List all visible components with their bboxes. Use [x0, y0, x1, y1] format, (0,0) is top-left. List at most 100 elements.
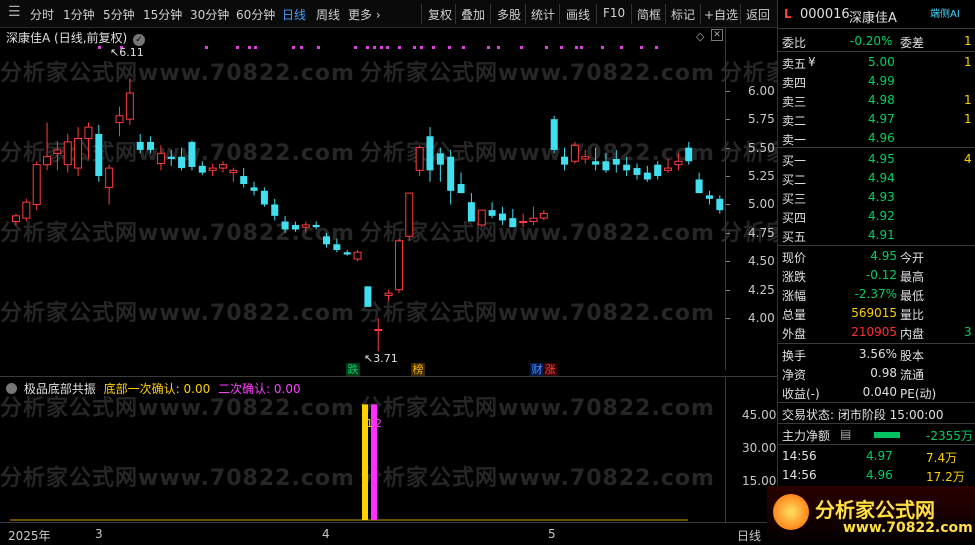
- main-net-bar: [874, 432, 900, 438]
- tb-right-item[interactable]: 简框: [637, 6, 661, 23]
- tb-menu-icon[interactable]: ☰: [8, 4, 21, 20]
- badge-die[interactable]: 跌: [346, 363, 360, 377]
- candle-body: [415, 147, 424, 171]
- panel-cell: 最低: [900, 289, 925, 303]
- stock-tag[interactable]: 端侧AI: [930, 5, 960, 20]
- panel-cell: 买一: [782, 154, 807, 168]
- tb-separator: [631, 4, 632, 24]
- tb-left-item[interactable]: 15分钟: [143, 6, 182, 23]
- signal-dot: [373, 46, 376, 49]
- stat-row: 总量 569015 量比: [778, 304, 975, 323]
- candle-body: [198, 165, 206, 173]
- main-chart[interactable]: [0, 28, 777, 370]
- tb-left-item[interactable]: 60分钟: [236, 6, 275, 23]
- tb-right-item[interactable]: 返回: [746, 6, 770, 23]
- signal-dot: [448, 46, 451, 49]
- price-tick-mark: [726, 119, 730, 121]
- candle-body: [394, 240, 403, 291]
- tb-left-item[interactable]: 日线: [282, 6, 306, 23]
- candle-body: [592, 161, 600, 165]
- tb-right-item[interactable]: 复权: [428, 6, 452, 23]
- tb-left-item[interactable]: 分时: [30, 6, 54, 23]
- tb-left-item[interactable]: 更多 ›: [348, 6, 381, 23]
- price-tick: 5.25: [748, 169, 775, 184]
- panel-cell: 4.93: [868, 190, 895, 204]
- signal-dot: [398, 46, 401, 49]
- signal-dot: [386, 46, 389, 49]
- list-icon[interactable]: ▤: [840, 427, 851, 441]
- panel-cell: 卖三: [782, 95, 807, 109]
- tb-right-item[interactable]: 画线: [566, 6, 590, 23]
- panel-cell: 卖二: [782, 114, 807, 128]
- stock-prefix: L: [784, 7, 792, 21]
- candle-body: [229, 169, 238, 174]
- badge-cai[interactable]: 财: [530, 363, 544, 377]
- signal-dot: [300, 46, 303, 49]
- buy-row: 买五 4.91: [778, 226, 975, 245]
- panel-cell: 流通: [900, 368, 925, 382]
- price-tick-mark: [726, 147, 730, 149]
- signal-dot: [655, 46, 658, 49]
- panel-cell: 量比: [900, 308, 925, 322]
- tb-left-item[interactable]: 周线: [316, 6, 340, 23]
- tb-right-item[interactable]: F10: [603, 6, 625, 20]
- period-label[interactable]: 日线: [737, 527, 761, 544]
- panel-cell: 4.95: [870, 249, 897, 263]
- tb-left-item[interactable]: 30分钟: [190, 6, 229, 23]
- logo-icon: [773, 494, 809, 530]
- price-tick: 4.25: [748, 282, 775, 297]
- tb-right-item[interactable]: +自选: [704, 6, 738, 23]
- signal-dot: [354, 46, 357, 49]
- candle-body: [105, 167, 114, 188]
- signal-dot: [462, 46, 465, 49]
- candle-body: [623, 164, 631, 171]
- tb-separator: [740, 4, 741, 24]
- signal-dot: [580, 46, 583, 49]
- candle-body: [705, 195, 713, 199]
- panel-cell: -0.12: [865, 268, 897, 282]
- price-tick-mark: [726, 204, 730, 206]
- candle-body: [654, 164, 662, 177]
- panel-cell: ¥: [808, 55, 816, 69]
- candle-body: [374, 329, 383, 332]
- panel-cell: 4.94: [868, 171, 895, 185]
- tb-right-item[interactable]: 多股: [497, 6, 521, 23]
- candle-body: [250, 187, 258, 191]
- chart-settings-icon[interactable]: ✓: [133, 34, 146, 46]
- tb-right-item[interactable]: 叠加: [461, 6, 485, 23]
- candle-body: [188, 141, 196, 167]
- tb-separator: [559, 4, 560, 24]
- candle-body: [136, 141, 144, 150]
- tb-left-item[interactable]: 5分钟: [103, 6, 135, 23]
- panel-cell: 0.040: [862, 385, 897, 399]
- candle-body: [125, 92, 134, 120]
- panel-cell: -2.37%: [854, 287, 897, 301]
- candle-body: [498, 213, 506, 221]
- time-label-4: 4: [322, 527, 330, 541]
- candle-body: [384, 292, 393, 296]
- panel-cell: 1: [964, 93, 972, 107]
- tb-left-item[interactable]: 1分钟: [63, 6, 95, 23]
- close-icon[interactable]: ✕: [711, 29, 723, 41]
- tb-right-item[interactable]: 统计: [531, 6, 555, 23]
- main-net-row: 主力净额 ▤ -2355万: [782, 427, 973, 443]
- diamond-icon[interactable]: ◇: [696, 30, 704, 43]
- panel-cell: 股本: [900, 349, 925, 363]
- candle-body: [695, 179, 703, 194]
- tb-right-item[interactable]: 标记: [671, 6, 695, 23]
- stat2-row: 净资 0.98 流通: [778, 364, 975, 383]
- panel-cell: 外盘: [782, 327, 807, 341]
- indicator-bar-label1: 1: [366, 417, 373, 430]
- candle-body: [301, 224, 310, 228]
- candle-body: [664, 167, 673, 171]
- price-tick-mark: [726, 318, 730, 320]
- panel-cell: 17.2万: [926, 470, 965, 484]
- badge-zhang[interactable]: 涨: [543, 363, 557, 377]
- panel-cell: 4.96: [868, 131, 895, 145]
- price-tick-mark: [726, 289, 730, 291]
- badge-bang[interactable]: 榜: [411, 363, 425, 377]
- indicator-tick: 45.00: [742, 408, 777, 423]
- price-tick: 5.50: [748, 140, 775, 155]
- candle-body: [147, 141, 155, 150]
- signal-dot: [575, 46, 578, 49]
